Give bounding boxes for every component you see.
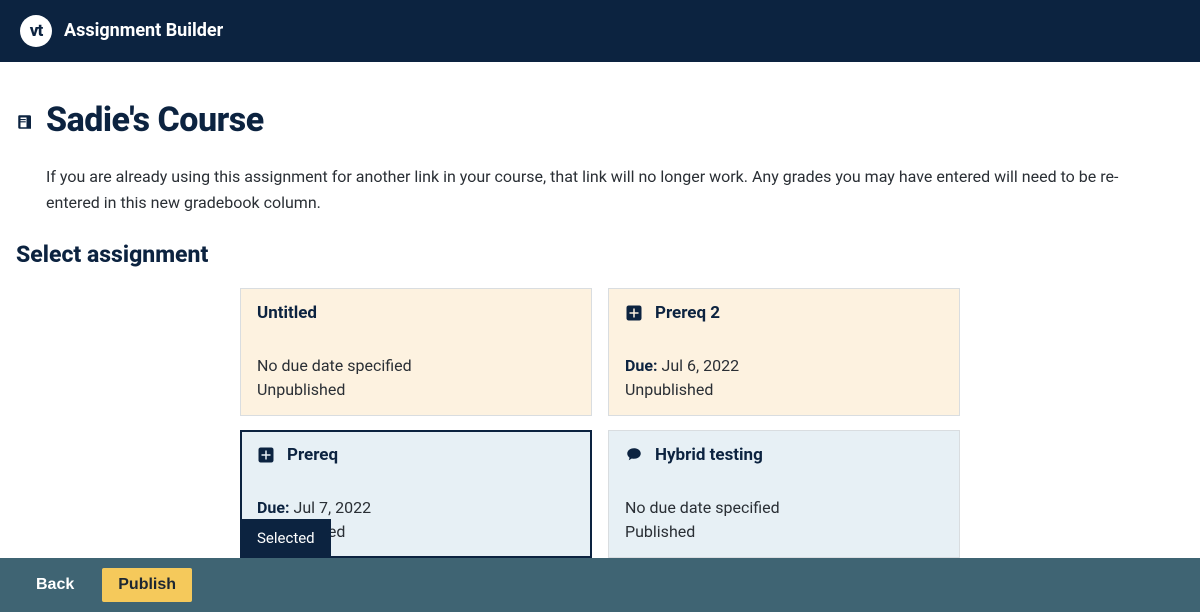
- card-due-label: Due:: [625, 356, 658, 375]
- plus-box-icon: [625, 304, 643, 322]
- card-due-value: No due date specified: [625, 498, 780, 517]
- appbar-title: Assignment Builder: [64, 20, 223, 41]
- assignment-card-hybrid-testing[interactable]: Hybrid testing No due date specified Pub…: [608, 430, 960, 558]
- card-due-value: No due date specified: [257, 356, 412, 375]
- assignment-card-untitled[interactable]: Untitled No due date specified Unpublish…: [240, 288, 592, 416]
- card-due-value: Jul 7, 2022: [293, 498, 371, 517]
- main-content: Sadie's Course If you are already using …: [0, 62, 1200, 558]
- card-due-value: Jul 6, 2022: [661, 356, 739, 375]
- assignment-grid: Untitled No due date specified Unpublish…: [16, 288, 1184, 558]
- course-title: Sadie's Course: [46, 100, 264, 140]
- assignment-card-prereq-2[interactable]: Prereq 2 Due: Jul 6, 2022 Unpublished: [608, 288, 960, 416]
- card-body: Due: Jul 6, 2022 Unpublished: [625, 354, 943, 404]
- plus-box-icon: [257, 446, 275, 464]
- bottom-bar: Back Publish: [0, 558, 1200, 612]
- card-head: Prereq 2: [625, 303, 943, 323]
- course-header: Sadie's Course: [16, 100, 1184, 140]
- card-head: Prereq: [257, 445, 575, 465]
- chat-icon: [625, 446, 643, 464]
- card-status: Unpublished: [625, 378, 943, 403]
- card-body: No due date specified Published: [625, 496, 943, 546]
- logo-text: vt: [30, 21, 43, 41]
- card-title: Prereq 2: [655, 303, 720, 323]
- card-title: Untitled: [257, 303, 317, 323]
- publish-button[interactable]: Publish: [102, 568, 192, 602]
- logo-icon: vt: [20, 15, 52, 47]
- card-head: Hybrid testing: [625, 445, 943, 465]
- card-status: Published: [625, 520, 943, 545]
- card-head: Untitled: [257, 303, 575, 323]
- card-status: Unpublished: [257, 378, 575, 403]
- book-icon: [16, 113, 34, 131]
- back-button[interactable]: Back: [36, 576, 74, 594]
- selected-badge: Selected: [241, 519, 331, 557]
- card-title: Prereq: [287, 445, 338, 465]
- appbar: vt Assignment Builder: [0, 0, 1200, 62]
- card-body: No due date specified Unpublished: [257, 354, 575, 404]
- select-assignment-heading: Select assignment: [16, 241, 1184, 268]
- card-title: Hybrid testing: [655, 445, 763, 465]
- assignment-card-prereq[interactable]: Prereq Due: Jul 7, 2022 Unpublished Sele…: [240, 430, 592, 558]
- info-text: If you are already using this assignment…: [46, 164, 1154, 215]
- card-due-label: Due:: [257, 498, 290, 517]
